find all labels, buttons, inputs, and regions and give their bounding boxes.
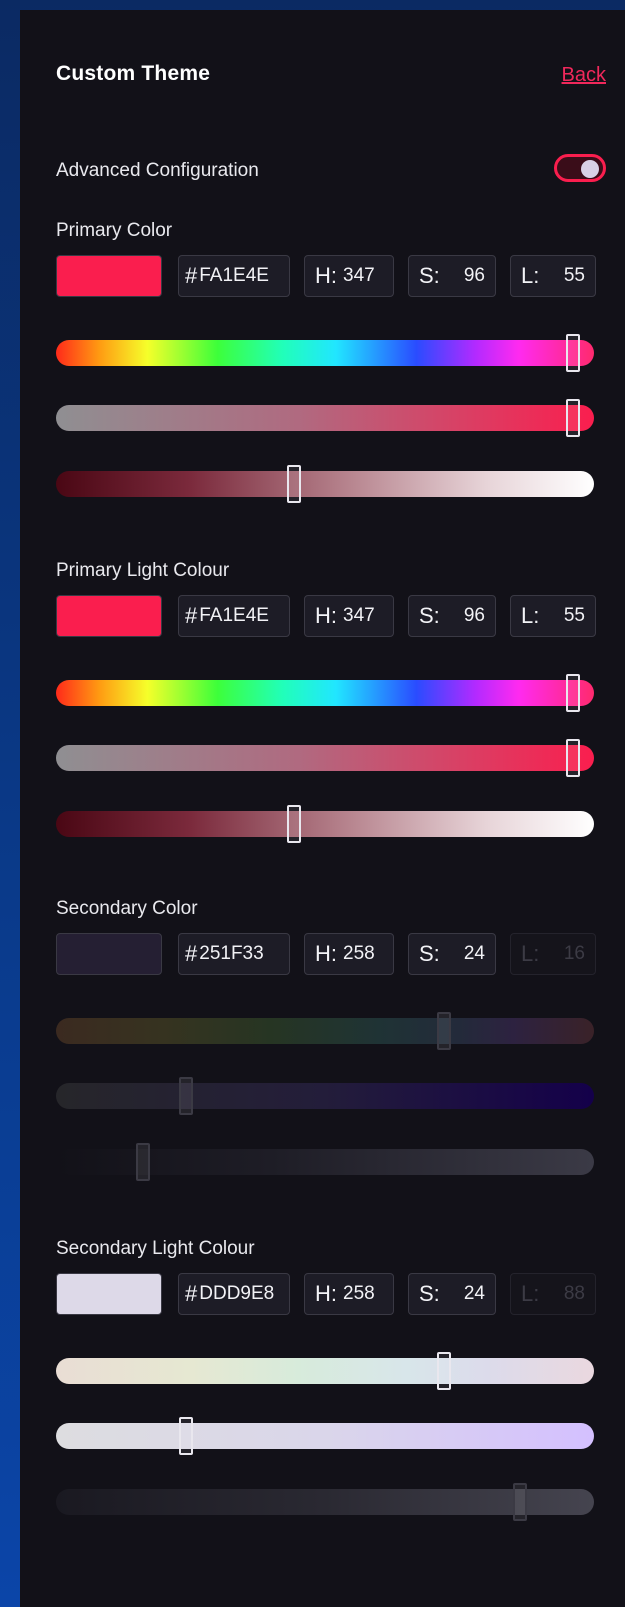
hue-input[interactable]: H: 258 bbox=[304, 933, 394, 975]
hex-input[interactable]: # FA1E4E bbox=[178, 595, 290, 637]
hue-slider[interactable] bbox=[56, 674, 594, 712]
saturation-slider[interactable] bbox=[56, 399, 594, 437]
lightness-slider-thumb[interactable] bbox=[286, 805, 301, 843]
section-label: Primary Color bbox=[56, 220, 173, 241]
lightness-slider[interactable] bbox=[56, 805, 594, 843]
advanced-configuration-row: Advanced Configuration bbox=[56, 154, 606, 198]
lightness-value: 55 bbox=[563, 605, 585, 626]
saturation-prefix: S: bbox=[419, 941, 440, 966]
hex-input[interactable]: # 251F33 bbox=[178, 933, 290, 975]
primary-color-section: Primary Color # FA1E4E H: 347 S: 96 L: 5… bbox=[56, 220, 606, 520]
color-swatch[interactable] bbox=[56, 933, 162, 975]
lightness-input: L: 16 bbox=[510, 933, 596, 975]
hex-input[interactable]: # FA1E4E bbox=[178, 255, 290, 297]
hue-slider[interactable] bbox=[56, 1352, 594, 1390]
hash-prefix: # bbox=[185, 941, 198, 966]
hue-slider-thumb[interactable] bbox=[437, 1352, 452, 1390]
page-title: Custom Theme bbox=[56, 62, 211, 85]
saturation-input[interactable]: S: 24 bbox=[408, 1273, 496, 1315]
hue-prefix: H: bbox=[315, 263, 337, 288]
hue-prefix: H: bbox=[315, 603, 337, 628]
back-link[interactable]: Back bbox=[562, 64, 606, 87]
saturation-input[interactable]: S: 24 bbox=[408, 933, 496, 975]
color-swatch[interactable] bbox=[56, 1273, 162, 1315]
lightness-prefix: L: bbox=[521, 1281, 540, 1306]
hash-prefix: # bbox=[185, 1281, 198, 1306]
section-label: Secondary Light Colour bbox=[56, 1238, 255, 1259]
header: Custom Theme Back bbox=[56, 62, 606, 102]
saturation-slider[interactable] bbox=[56, 1077, 594, 1115]
lightness-value: 88 bbox=[563, 1283, 585, 1304]
hue-prefix: H: bbox=[315, 941, 337, 966]
advanced-configuration-toggle[interactable] bbox=[554, 154, 606, 182]
hue-prefix: H: bbox=[315, 1281, 337, 1306]
saturation-value: 96 bbox=[463, 605, 485, 626]
saturation-prefix: S: bbox=[419, 1281, 440, 1306]
lightness-prefix: L: bbox=[521, 263, 540, 288]
hue-slider-thumb[interactable] bbox=[566, 334, 581, 372]
hex-input[interactable]: # DDD9E8 bbox=[178, 1273, 290, 1315]
hue-slider[interactable] bbox=[56, 1012, 594, 1050]
saturation-value: 96 bbox=[463, 265, 485, 286]
hue-slider-thumb[interactable] bbox=[437, 1012, 452, 1050]
hue-input[interactable]: H: 258 bbox=[304, 1273, 394, 1315]
saturation-slider-thumb[interactable] bbox=[566, 739, 581, 777]
hue-value: 258 bbox=[343, 943, 375, 964]
hex-value: FA1E4E bbox=[199, 605, 269, 626]
hue-value: 258 bbox=[343, 1283, 375, 1304]
lightness-prefix: L: bbox=[521, 941, 540, 966]
lightness-prefix: L: bbox=[521, 603, 540, 628]
saturation-slider-thumb[interactable] bbox=[179, 1417, 194, 1455]
lightness-slider-thumb[interactable] bbox=[512, 1483, 527, 1521]
lightness-slider-thumb[interactable] bbox=[286, 465, 301, 503]
saturation-value: 24 bbox=[463, 1283, 485, 1304]
hue-slider[interactable] bbox=[56, 334, 594, 372]
lightness-value: 55 bbox=[563, 265, 585, 286]
advanced-configuration-label: Advanced Configuration bbox=[56, 160, 259, 181]
hex-value: FA1E4E bbox=[199, 265, 269, 286]
saturation-prefix: S: bbox=[419, 263, 440, 288]
hue-input[interactable]: H: 347 bbox=[304, 255, 394, 297]
secondary-light-colour-section: Secondary Light Colour # DDD9E8 H: 258 S… bbox=[56, 1238, 606, 1538]
lightness-input[interactable]: L: 55 bbox=[510, 255, 596, 297]
lightness-slider-thumb[interactable] bbox=[136, 1143, 151, 1181]
lightness-slider[interactable] bbox=[56, 1483, 594, 1521]
lightness-value: 16 bbox=[563, 943, 585, 964]
lightness-slider[interactable] bbox=[56, 465, 594, 503]
section-label: Secondary Color bbox=[56, 898, 198, 919]
hex-value: DDD9E8 bbox=[199, 1283, 275, 1304]
saturation-value: 24 bbox=[463, 943, 485, 964]
hash-prefix: # bbox=[185, 603, 198, 628]
saturation-prefix: S: bbox=[419, 603, 440, 628]
hue-value: 347 bbox=[343, 605, 375, 626]
toggle-knob bbox=[581, 160, 599, 178]
saturation-input[interactable]: S: 96 bbox=[408, 595, 496, 637]
primary-light-colour-section: Primary Light Colour # FA1E4E H: 347 S: … bbox=[56, 560, 606, 860]
lightness-input: L: 88 bbox=[510, 1273, 596, 1315]
lightness-slider[interactable] bbox=[56, 1143, 594, 1181]
saturation-slider-thumb[interactable] bbox=[566, 399, 581, 437]
saturation-slider-thumb[interactable] bbox=[179, 1077, 194, 1115]
saturation-input[interactable]: S: 96 bbox=[408, 255, 496, 297]
hex-value: 251F33 bbox=[199, 943, 264, 964]
saturation-slider[interactable] bbox=[56, 739, 594, 777]
hue-slider-thumb[interactable] bbox=[566, 674, 581, 712]
lightness-input[interactable]: L: 55 bbox=[510, 595, 596, 637]
saturation-slider[interactable] bbox=[56, 1417, 594, 1455]
theme-panel: Custom Theme Back Advanced Configuration… bbox=[20, 10, 625, 1607]
secondary-color-section: Secondary Color # 251F33 H: 258 S: 24 L:… bbox=[56, 898, 606, 1198]
section-label: Primary Light Colour bbox=[56, 560, 230, 581]
color-swatch[interactable] bbox=[56, 595, 162, 637]
color-swatch[interactable] bbox=[56, 255, 162, 297]
hash-prefix: # bbox=[185, 263, 198, 288]
hue-value: 347 bbox=[343, 265, 375, 286]
hue-input[interactable]: H: 347 bbox=[304, 595, 394, 637]
